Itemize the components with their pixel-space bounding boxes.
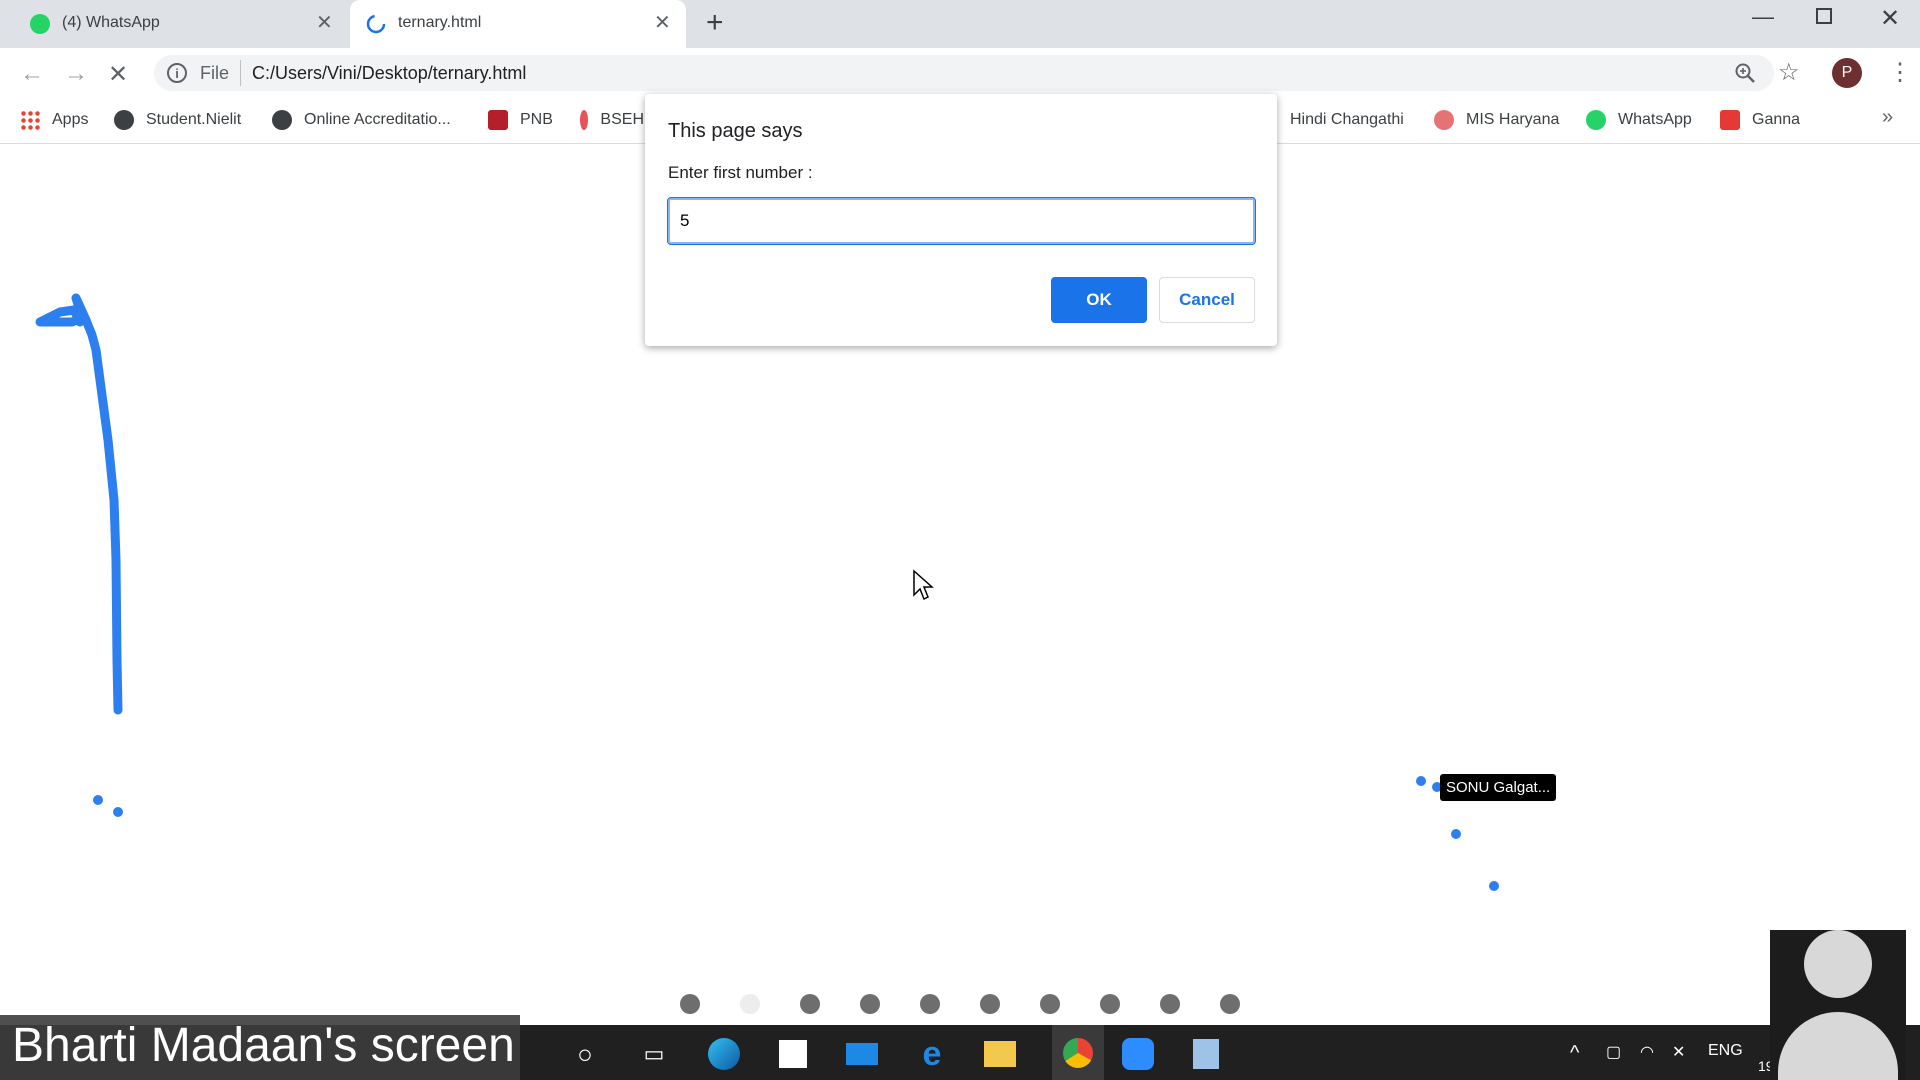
toolbar-dot[interactable] (680, 994, 700, 1014)
toolbar-dot[interactable] (920, 994, 940, 1014)
tray-expand-icon[interactable]: ^ (1570, 1042, 1579, 1065)
avatar-placeholder-icon (1804, 930, 1872, 998)
cancel-button[interactable]: Cancel (1159, 277, 1255, 323)
avatar-body-icon (1778, 1012, 1898, 1080)
meet-icon[interactable]: ▢ (1606, 1042, 1621, 1062)
ok-button[interactable]: OK (1051, 277, 1147, 323)
file-explorer-icon[interactable] (982, 1036, 1018, 1072)
chrome-icon[interactable] (1052, 1025, 1104, 1080)
annotation-dot (93, 795, 103, 805)
toolbar-dot[interactable] (1100, 994, 1120, 1014)
toolbar-dot[interactable] (1040, 994, 1060, 1014)
toolbar-dot[interactable] (980, 994, 1000, 1014)
edge-icon[interactable] (706, 1036, 742, 1072)
task-view-icon[interactable]: ▭ (636, 1036, 672, 1072)
wifi-icon[interactable]: ◠ (1640, 1042, 1654, 1062)
annotation-dot (113, 807, 123, 817)
mail-icon[interactable] (844, 1036, 880, 1072)
toolbar-dot[interactable] (740, 994, 760, 1014)
zoom-app-icon[interactable] (1120, 1036, 1156, 1072)
internet-explorer-icon[interactable]: e (914, 1035, 950, 1073)
language-indicator[interactable]: ENG (1708, 1042, 1743, 1060)
toolbar-dot[interactable] (1220, 994, 1240, 1014)
annotation-dot (1489, 881, 1499, 891)
participant-video-tile (1770, 930, 1906, 1080)
volume-muted-icon[interactable]: ✕ (1672, 1042, 1685, 1062)
annotation-dot (1416, 776, 1426, 786)
dialog-title: This page says (668, 120, 803, 142)
toolbar-dot[interactable] (800, 994, 820, 1014)
store-icon[interactable] (775, 1036, 811, 1072)
participant-name-tag: SONU Galgat... (1440, 774, 1557, 801)
app-icon[interactable] (1188, 1036, 1224, 1072)
dialog-message: Enter first number : (668, 163, 813, 182)
annotation-stroke (35, 293, 123, 715)
mouse-cursor-icon (913, 569, 934, 601)
toolbar-dot[interactable] (860, 994, 880, 1014)
annotation-dot (1451, 829, 1461, 839)
toolbar-dot[interactable] (1160, 994, 1180, 1014)
cortana-icon[interactable]: ○ (567, 1036, 603, 1072)
screen-share-label: Bharti Madaan's screen (12, 1019, 515, 1072)
dialog-input-field[interactable] (667, 197, 1256, 245)
share-toolbar-dots (680, 994, 1240, 1016)
